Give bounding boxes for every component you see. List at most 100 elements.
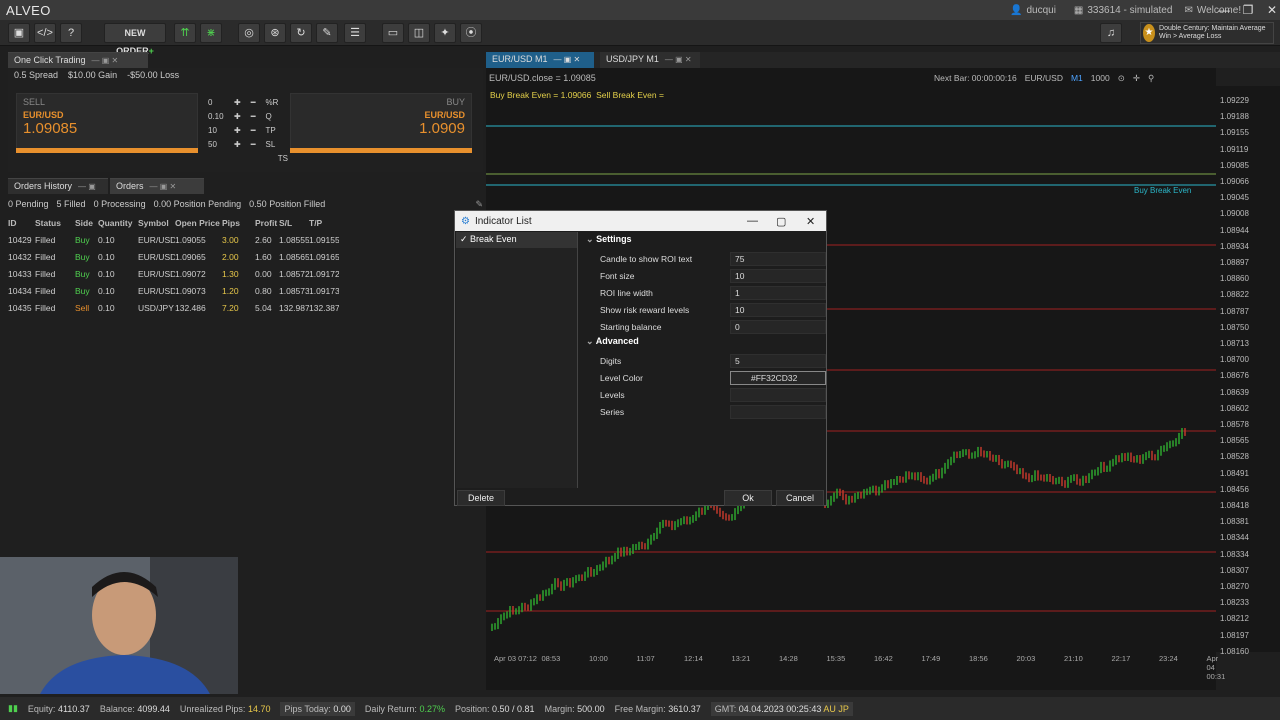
dialog-maximize-button[interactable]: ▢ <box>776 215 786 228</box>
price-tick-label: 1.08381 <box>1220 517 1249 527</box>
save-icon[interactable]: ▣ <box>8 23 30 43</box>
minus-icon[interactable]: ━ <box>251 140 256 149</box>
minus-icon[interactable]: ━ <box>251 98 256 107</box>
indicator-list-item[interactable]: ✓ Break Even <box>456 232 577 248</box>
layout-split-icon[interactable]: ◫ <box>408 23 430 43</box>
table-cell: 1.20 <box>222 285 239 296</box>
delete-button[interactable]: Delete <box>457 490 505 506</box>
price-tick-label: 1.08897 <box>1220 258 1249 267</box>
price-tick-label: 1.08270 <box>1220 582 1249 591</box>
news-ticker[interactable]: ★ Double Century: Maintain Average Win >… <box>1140 22 1274 44</box>
account-label[interactable]: 333614 - simulated <box>1087 5 1172 16</box>
table-row[interactable]: 10434 Filled Buy 0.10 EUR/USD 1.09073 1.20 0.80… <box>8 282 483 299</box>
layout-single-icon[interactable]: ▭ <box>382 23 404 43</box>
property-row: Candle to show ROI text 75 <box>580 251 826 267</box>
dialog-minimize-button[interactable]: — <box>747 215 758 227</box>
buy-button[interactable]: BUY EUR/USD 1.0909 <box>290 93 472 153</box>
property-name: Series <box>600 407 625 417</box>
signal-icon[interactable]: ⦿ <box>460 23 482 43</box>
ok-button[interactable]: Ok <box>724 490 772 506</box>
chart-timeframe[interactable]: M1 <box>1071 73 1083 84</box>
property-row: Digits 5 <box>580 353 826 369</box>
trophy-icon: ★ <box>1143 24 1156 42</box>
restore-button[interactable]: ❐ <box>1238 3 1258 17</box>
sell-symbol: EUR/USD <box>23 110 64 120</box>
code-icon[interactable]: </> <box>34 23 56 43</box>
table-row[interactable]: 10432 Filled Buy 0.10 EUR/USD 1.09065 2.00 1.60… <box>8 248 483 265</box>
plus-icon[interactable]: ✚ <box>234 126 241 135</box>
section-header[interactable]: ⌄ Settings <box>586 234 632 245</box>
new-order-button[interactable]: NEW ORDER+ <box>104 23 166 56</box>
tab-usdjpy-chart[interactable]: USD/JPY M1— ▣ ✕ <box>600 52 700 68</box>
sync-icon[interactable]: ↻ <box>290 23 312 43</box>
section-header[interactable]: ⌄ Advanced <box>586 336 639 347</box>
table-cell: EUR/USD <box>138 268 175 279</box>
table-row[interactable]: 10429 Filled Buy 0.10 EUR/USD 1.09055 3.00 2.60… <box>8 231 483 248</box>
property-row: Starting balance 0 <box>580 319 826 335</box>
property-value[interactable]: 1 <box>730 286 826 300</box>
clock-icon[interactable]: ⊙ <box>1118 73 1125 84</box>
table-row[interactable]: 10435 Filled Sell 0.10 USD/JPY 132.486 7.20 5.0… <box>8 299 483 316</box>
property-name: Digits <box>600 356 622 366</box>
table-cell: 10433 <box>8 268 32 279</box>
price-tick-label: 1.08822 <box>1220 290 1249 300</box>
filled-count: 5 Filled <box>56 199 86 209</box>
minimize-button[interactable]: — <box>1214 3 1234 17</box>
strategy-icon[interactable]: ⊛ <box>264 23 286 43</box>
price-tick-label: 1.08418 <box>1220 501 1249 510</box>
property-value[interactable]: 5 <box>730 354 826 368</box>
tag-icon[interactable]: ✎ <box>316 23 338 43</box>
time-tick-label: 20:03 <box>1016 654 1036 663</box>
buy-symbol: EUR/USD <box>424 110 465 120</box>
indicator-icon[interactable]: ◎ <box>238 23 260 43</box>
tab-orders-history[interactable]: Orders History — ▣ <box>8 178 108 194</box>
dialog-close-button[interactable]: ✕ <box>806 215 815 228</box>
help-icon[interactable]: ? <box>60 23 82 43</box>
plus-icon[interactable]: ✚ <box>234 112 241 121</box>
table-cell: 1.09165 <box>309 251 339 262</box>
crosshair-icon[interactable]: ✛ <box>1133 73 1140 84</box>
table-cell: Filled <box>35 268 56 279</box>
price-tick-label: 1.08934 <box>1220 241 1249 251</box>
price-tick-label: 1.08344 <box>1220 533 1249 543</box>
property-value[interactable]: 10 <box>730 269 826 283</box>
position-pending: 0.00 Position Pending <box>153 199 242 209</box>
table-cell: 2.60 <box>255 234 272 245</box>
tab-one-click-trading[interactable]: One Click Trading — ▣ ✕ <box>8 52 148 68</box>
status-margin: Margin: 500.00 <box>544 703 605 714</box>
minus-icon[interactable]: ━ <box>251 112 256 121</box>
chart-symbol[interactable]: EUR/USD <box>1025 73 1063 84</box>
price-tick-label: 1.08233 <box>1220 598 1249 608</box>
tab-eurusd-chart[interactable]: EUR/USD M1— ▣ ✕ <box>486 52 594 68</box>
zoom-icon[interactable]: ⚲ <box>1148 73 1154 84</box>
cancel-button[interactable]: Cancel <box>776 490 824 506</box>
sell-button[interactable]: SELL EUR/USD 1.09085 <box>16 93 198 153</box>
table-row[interactable]: 10433 Filled Buy 0.10 EUR/USD 1.09072 1.30 0.00… <box>8 265 483 282</box>
news-text: Double Century: Maintain Average Win > A… <box>1159 25 1266 40</box>
property-value[interactable]: 0 <box>730 320 826 334</box>
property-value[interactable] <box>730 388 826 402</box>
table-cell: 132.387 <box>309 302 339 313</box>
property-value[interactable]: 75 <box>730 252 826 266</box>
chart-bar-count[interactable]: 1000 <box>1091 73 1110 84</box>
bracket-order-icon[interactable]: ⋇ <box>200 23 222 43</box>
property-value[interactable]: 10 <box>730 303 826 317</box>
table-cell: 0.10 <box>98 285 115 296</box>
bell-icon[interactable]: ♫ <box>1100 23 1122 43</box>
loss-label: -$50.00 Loss <box>127 70 180 80</box>
property-value[interactable] <box>730 405 826 419</box>
user-name[interactable]: ducqui <box>1026 5 1055 16</box>
tab-orders[interactable]: Orders — ▣ ✕ <box>110 178 204 194</box>
add-position-icon[interactable]: ⇈ <box>174 23 196 43</box>
list-icon[interactable]: ☰ <box>344 23 366 43</box>
minus-icon[interactable]: ━ <box>251 126 256 135</box>
property-value[interactable]: #FF32CD32 <box>730 371 826 385</box>
table-header-row: ID Status Side Quantity Symbol Open Price Pips… <box>8 214 483 231</box>
buy-bar <box>290 148 472 153</box>
plus-icon[interactable]: ✚ <box>234 98 241 107</box>
toolbar: ▣ </> ? NEW ORDER+ ⇈ ⋇ ◎ ⊛ ↻ ✎ ☰ ▭ ◫ ✦ ⦿… <box>0 20 1280 56</box>
close-button[interactable]: ✕ <box>1262 3 1280 17</box>
plus-icon[interactable]: ✚ <box>234 140 241 149</box>
chat-icon[interactable]: ✦ <box>434 23 456 43</box>
indicator-list-dialog: ⚙ Indicator List — ▢ ✕ ✓ Break Even ⌄ Se… <box>454 210 827 506</box>
